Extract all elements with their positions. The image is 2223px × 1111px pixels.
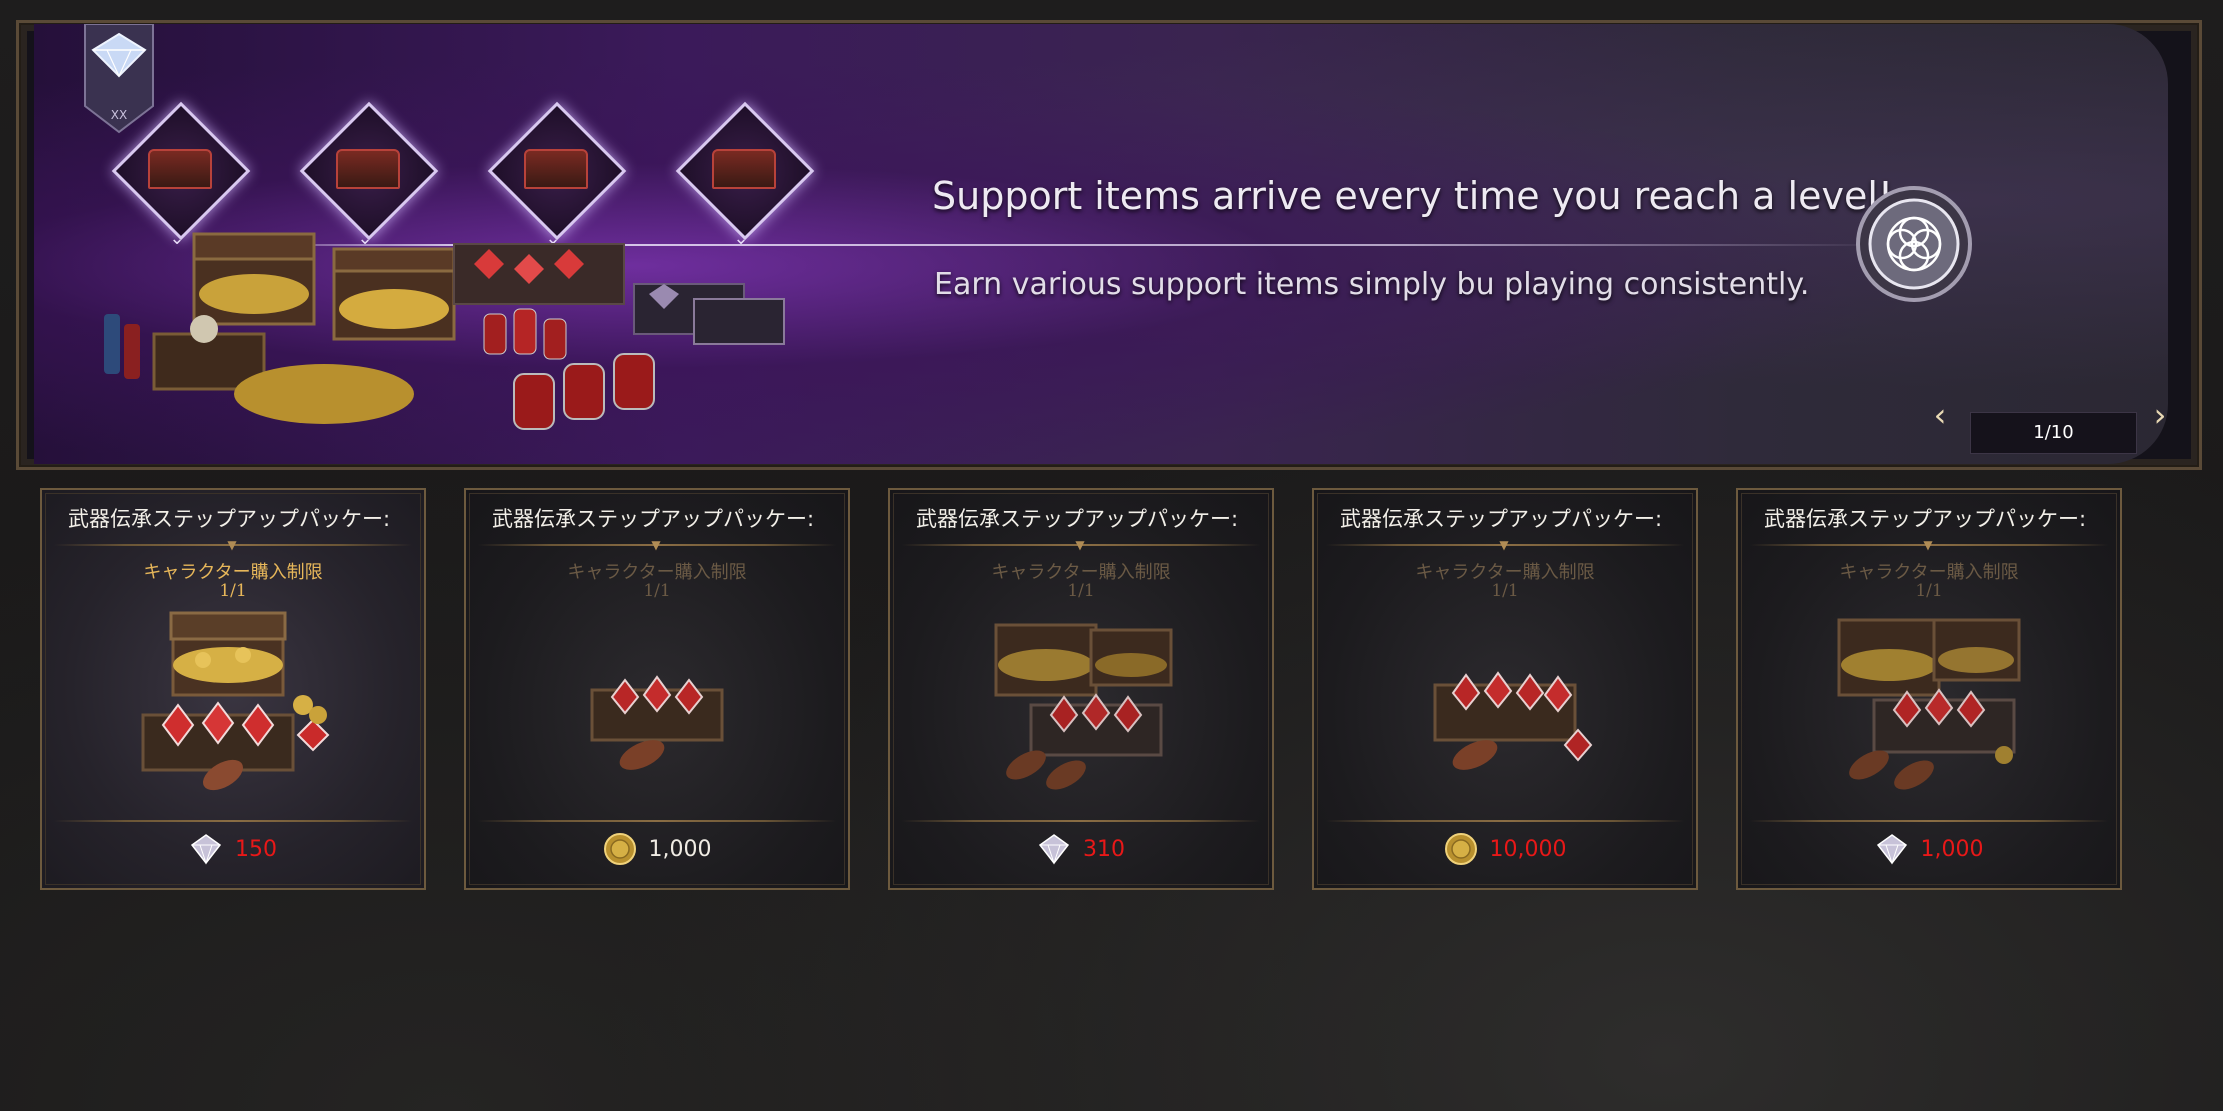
purchase-limit-count: 1/1 [1915,581,1943,601]
banner-headline: Support items arrive every time you reac… [932,174,1894,218]
chevron-down-icon: ▼ [1075,538,1085,552]
level-reward-slot[interactable]: ⌄ [480,94,630,248]
treasure-bundle-icon [994,623,1173,790]
crystal-crate-icon [1433,671,1593,770]
crystal-icon [190,834,222,865]
pager-prev-button[interactable]: ‹ [1925,395,1955,435]
package-title: 武器伝承ステップアップパッケー: [68,507,391,531]
price-row: 1,000 [466,832,848,876]
treasure-chest-icon [141,611,330,791]
crystal-crate-icon [590,675,724,770]
chevron-down-icon: ▼ [651,538,661,552]
chest-icon [336,149,400,189]
divider [1750,820,2108,822]
price-row: 1,000 [1738,832,2120,876]
level-reward-slot[interactable]: ⌄ [104,94,254,248]
purchase-limit-count: 1/1 [219,581,247,601]
price-row: 10,000 [1314,832,1696,876]
chevron-down-icon: ▼ [1923,538,1933,552]
package-card[interactable]: 武器伝承ステップアップパッケー: ▼ キャラクター購入制限 1/1 [1736,488,2122,890]
price-value: 10,000 [1489,836,1567,862]
level-reward-slot[interactable]: ⌄ [668,94,818,248]
crystal-icon [1876,834,1907,865]
package-card[interactable]: 武器伝承ステップアップパッケー: ▼ キャラクター購入制限 1/1 1,000 [464,488,850,890]
package-card[interactable]: 武器伝承ステップアップパッケー: ▼ キャラクター購入制限 1/1 [40,488,426,890]
divider [54,820,412,822]
pager-next-button[interactable]: › [2145,395,2175,435]
shop-screen: XX ⌄ ⌄ ⌄ ⌄ Support items arrive every ti… [0,0,2223,1111]
price-value: 310 [1083,836,1125,862]
divider [1326,820,1684,822]
price-value: 1,000 [1920,836,1984,862]
package-card[interactable]: 武器伝承ステップアップパッケー: ▼ キャラクター購入制限 1/1 [888,488,1274,890]
purchase-limit-count: 1/1 [1067,581,1095,601]
package-card[interactable]: 武器伝承ステップアップパッケー: ▼ キャラクター購入制限 1/1 10,000 [1312,488,1698,890]
gold-coin-icon [603,833,636,865]
promo-banner[interactable]: XX ⌄ ⌄ ⌄ ⌄ Support items arrive every ti… [34,24,2168,464]
divider [902,820,1260,822]
divider [478,820,836,822]
purchase-limit-count: 1/1 [643,581,671,601]
treasure-pile-image [104,232,785,430]
chevron-down-icon: ▼ [1499,538,1509,552]
level-reward-slot[interactable]: ⌄ [292,94,442,248]
crystal-icon [1038,834,1070,865]
package-title: 武器伝承ステップアップパッケー: [492,507,815,531]
banner-subline: Earn various support items simply bu pla… [934,267,1810,302]
price-row: 150 [42,832,424,876]
pager-indicator: 1/10 [1970,412,2137,454]
purchase-limit-count: 1/1 [1491,581,1519,601]
price-row: 310 [890,832,1272,876]
package-title: 武器伝承ステップアップパッケー: [916,507,1239,531]
package-title: 武器伝承ステップアップパッケー: [1764,507,2087,531]
chest-icon [524,149,588,189]
chest-icon [148,149,212,189]
price-value: 1,000 [648,836,712,862]
chest-icon [712,149,776,189]
package-title: 武器伝承ステップアップパッケー: [1340,507,1663,531]
treasure-bundle-icon [1837,618,2021,790]
chevron-down-icon: ▼ [227,538,237,552]
gold-coin-icon [1444,833,1477,865]
seal-emblem-icon [1856,186,1972,302]
price-value: 150 [235,836,277,862]
